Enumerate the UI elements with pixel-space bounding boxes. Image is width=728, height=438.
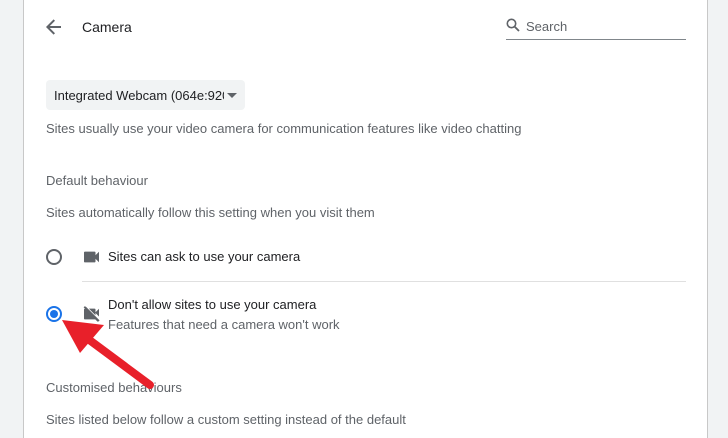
dropdown-caret-icon (227, 93, 237, 98)
camera-device-value: Integrated Webcam (064e:920 (54, 88, 224, 103)
back-button[interactable] (42, 15, 66, 39)
search-icon (506, 18, 520, 32)
camera-device-select[interactable]: Integrated Webcam (064e:920 (46, 80, 245, 110)
customised-behaviours-heading: Customised behaviours (46, 380, 182, 395)
default-behaviour-heading: Default behaviour (46, 173, 148, 188)
videocam-off-icon (83, 306, 100, 322)
page-title: Camera (82, 19, 132, 35)
option-block-label[interactable]: Don't allow sites to use your camera (108, 297, 316, 312)
option-allow-ask-label[interactable]: Sites can ask to use your camera (108, 249, 300, 264)
radio-allow-ask[interactable] (46, 249, 62, 265)
search-box[interactable] (506, 14, 686, 40)
option-block-sublabel: Features that need a camera won't work (108, 317, 340, 332)
radio-block[interactable] (46, 306, 62, 322)
default-behaviour-description: Sites automatically follow this setting … (46, 205, 375, 220)
settings-panel: Camera Integrated Webcam (064e:920 Sites… (23, 0, 708, 438)
videocam-icon (84, 251, 99, 263)
option-divider (82, 281, 686, 282)
search-input[interactable] (526, 16, 681, 36)
arrow-back-icon (46, 19, 61, 35)
customised-behaviours-description: Sites listed below follow a custom setti… (46, 412, 406, 427)
camera-description: Sites usually use your video camera for … (46, 121, 522, 136)
